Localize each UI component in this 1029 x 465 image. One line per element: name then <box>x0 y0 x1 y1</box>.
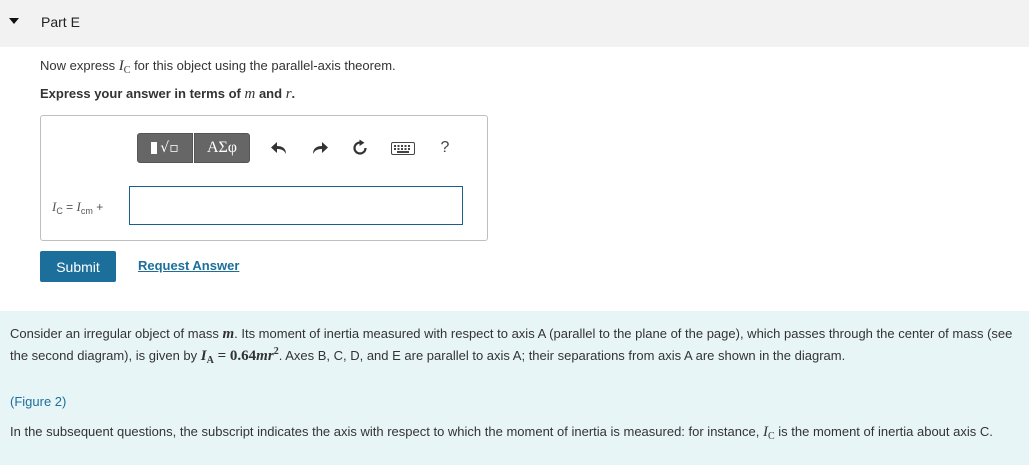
reset-icon[interactable] <box>350 138 370 158</box>
redo-icon[interactable] <box>310 138 330 158</box>
figure-2-link[interactable]: (Figure 2) <box>10 394 66 409</box>
help-icon[interactable]: ? <box>435 138 455 158</box>
answer-box: √▫ ΑΣφ ? IC = Icm + <box>40 115 488 241</box>
request-answer-link[interactable]: Request Answer <box>138 258 239 273</box>
answer-instruction: Express your answer in terms of m and r. <box>40 86 295 103</box>
part-title: Part E <box>41 14 80 30</box>
templates-button[interactable]: √▫ <box>137 133 193 163</box>
answer-input[interactable] <box>129 186 463 225</box>
templates-label: √▫ <box>160 140 179 156</box>
question-prompt: Now express IC for this object using the… <box>40 58 396 76</box>
info-paragraph-2: In the subsequent questions, the subscri… <box>10 424 993 442</box>
undo-icon[interactable] <box>269 138 289 158</box>
prompt-variable: IC <box>118 58 131 76</box>
part-header[interactable]: Part E <box>0 0 1029 47</box>
instruction-var-m: m <box>244 86 256 102</box>
instruction-mid: and <box>258 86 283 101</box>
prompt-prefix: Now express <box>40 58 116 73</box>
instruction-prefix: Express your answer in terms of <box>40 86 241 101</box>
template-square-icon <box>151 142 158 154</box>
info-paragraph-1: Consider an irregular object of mass m. … <box>10 326 1013 366</box>
keyboard-icon[interactable] <box>390 138 416 158</box>
caret-down-icon[interactable] <box>9 18 19 24</box>
prompt-suffix: for this object using the parallel-axis … <box>134 58 396 73</box>
symbols-button[interactable]: ΑΣφ <box>194 133 250 163</box>
math-toolbar: √▫ ΑΣφ <box>137 133 250 163</box>
submit-button[interactable]: Submit <box>40 251 116 282</box>
equation-lhs: IC = Icm + <box>52 199 104 216</box>
instruction-end: . <box>291 86 296 101</box>
info-panel: Consider an irregular object of mass m. … <box>0 311 1029 465</box>
